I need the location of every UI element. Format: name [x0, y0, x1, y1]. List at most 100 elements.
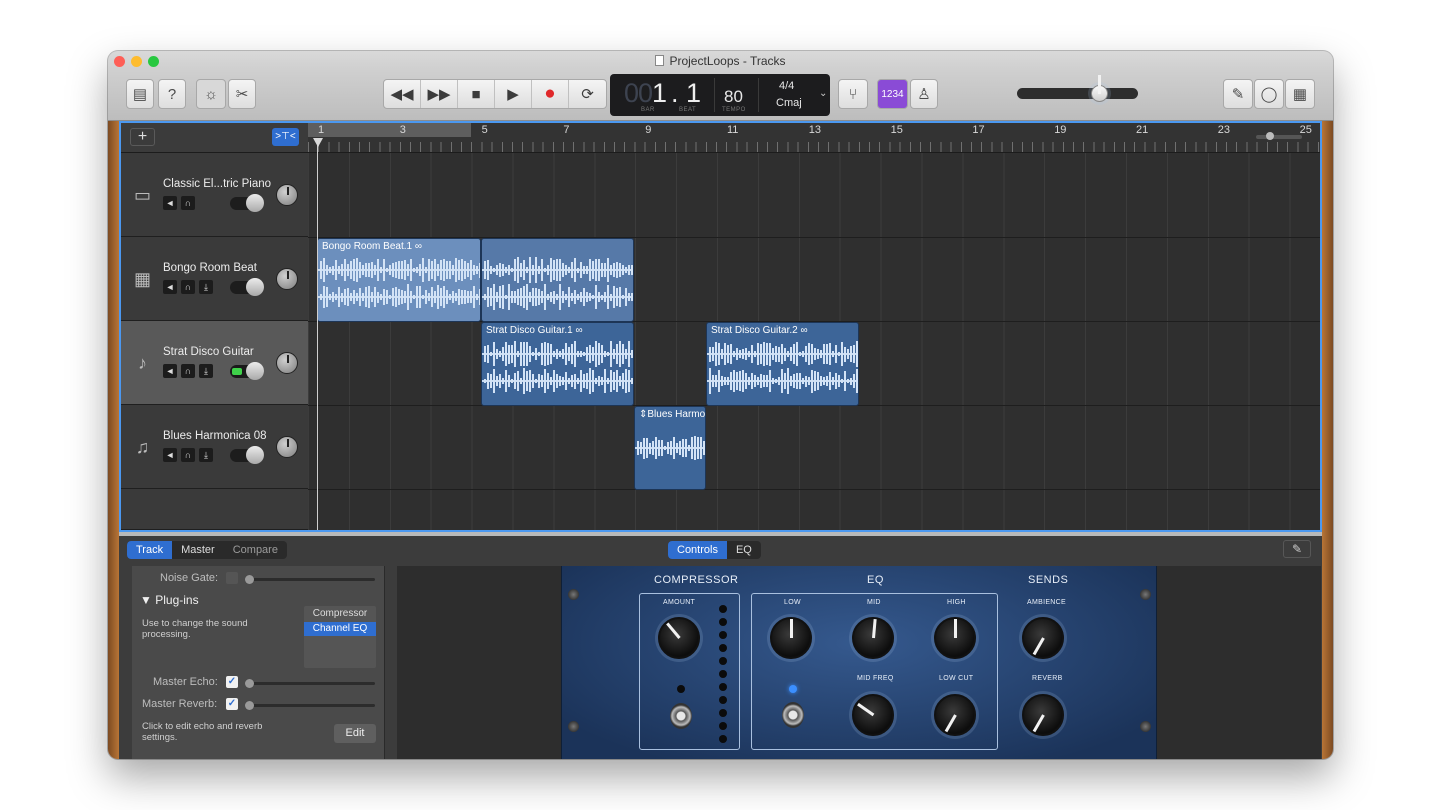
master-reverb-slider[interactable] [245, 701, 375, 710]
compressor-toggle-switch[interactable] [670, 703, 692, 729]
fast-forward-button[interactable]: ▶▶ [421, 80, 458, 108]
waveform-sample [628, 370, 630, 392]
waveform-sample [811, 344, 813, 364]
audio-region[interactable]: Strat Disco Guitar.2 ∞ [706, 322, 859, 406]
track-header[interactable]: ▦ Bongo Room Beat ◄ ∩ ⤓ [121, 237, 308, 321]
low-cut-knob[interactable] [934, 694, 976, 736]
track-volume-slider[interactable] [230, 194, 264, 212]
master-volume-slider[interactable] [1017, 74, 1138, 102]
smart-controls-button[interactable]: ☼ [196, 79, 226, 109]
volume-knob[interactable] [246, 278, 264, 296]
track-volume-slider[interactable] [230, 362, 264, 380]
mid-knob[interactable] [852, 617, 894, 659]
track-volume-slider[interactable] [230, 446, 264, 464]
pan-knob[interactable] [276, 436, 298, 458]
tab-track[interactable]: Track [127, 541, 173, 559]
edit-button[interactable]: Edit [334, 724, 376, 743]
noise-gate-checkbox[interactable] [226, 572, 238, 584]
pan-knob[interactable] [276, 352, 298, 374]
catch-playhead-button[interactable]: >⊤< [272, 128, 299, 146]
eq-toggle-switch[interactable] [782, 702, 804, 728]
input-monitor-button[interactable]: ⤓ [199, 448, 213, 462]
tab-master[interactable]: Master [172, 541, 224, 559]
mute-button[interactable]: ◄ [163, 364, 177, 378]
lane-divider [308, 489, 1320, 490]
tab-eq[interactable]: EQ [727, 541, 761, 559]
waveform-sample [523, 260, 525, 280]
media-browser-button[interactable]: ▦ [1285, 79, 1315, 109]
mute-button[interactable]: ◄ [163, 196, 177, 210]
pan-knob[interactable] [276, 184, 298, 206]
plugin-slot-selected[interactable]: Channel EQ [304, 622, 376, 636]
playhead-line[interactable] [317, 141, 318, 530]
audio-region[interactable]: Strat Disco Guitar.1 ∞ [481, 322, 634, 406]
slider-knob[interactable] [245, 679, 254, 688]
help-button[interactable]: ? [158, 79, 186, 109]
tuner-button[interactable]: ⑂ [838, 79, 868, 109]
master-reverb-checkbox[interactable]: ✓ [226, 698, 238, 710]
waveform-sample [329, 266, 331, 274]
slider-knob[interactable] [245, 575, 254, 584]
mute-button[interactable]: ◄ [163, 448, 177, 462]
volume-slider-knob[interactable] [1090, 74, 1108, 102]
metronome-button[interactable]: ♙ [910, 79, 938, 109]
solo-button[interactable]: ∩ [181, 448, 195, 462]
edit-controls-button[interactable]: ✎ [1283, 540, 1311, 558]
track-header[interactable]: ▭ Classic El...tric Piano ◄ ∩ [121, 153, 308, 237]
play-button[interactable]: ▶ [495, 80, 532, 108]
track-header-selected[interactable]: ♪ Strat Disco Guitar ◄ ∩ ⤓ [121, 321, 308, 405]
note-pad-button[interactable]: ✎ [1223, 79, 1253, 109]
track-volume-slider[interactable] [230, 278, 264, 296]
lcd-menu-chevron-icon[interactable]: ⌄ [819, 88, 827, 99]
tab-compare[interactable]: Compare [224, 541, 287, 559]
waveform-sample [700, 436, 702, 460]
solo-button[interactable]: ∩ [181, 280, 195, 294]
record-button[interactable]: ● [532, 80, 569, 108]
waveform-sample [401, 290, 403, 305]
slider-knob[interactable] [245, 701, 254, 710]
high-knob[interactable] [934, 617, 976, 659]
solo-button[interactable]: ∩ [181, 364, 195, 378]
lcd-bar-value: 1 [652, 78, 667, 108]
audio-region[interactable]: Bongo Room Beat.1 ∞ [317, 238, 481, 322]
loop-browser-button[interactable]: ◯ [1254, 79, 1284, 109]
volume-knob[interactable] [246, 194, 264, 212]
reverb-knob[interactable] [1022, 694, 1064, 736]
library-button[interactable]: ▤ [126, 79, 154, 109]
plugins-header[interactable]: ▼ Plug-ins [140, 593, 199, 607]
playhead-handle[interactable] [313, 138, 323, 147]
mid-freq-knob[interactable] [852, 694, 894, 736]
audio-region-loop[interactable] [481, 238, 634, 322]
stop-button[interactable]: ■ [458, 80, 495, 108]
input-monitor-button[interactable]: ⤓ [199, 280, 213, 294]
editors-button[interactable]: ✂ [228, 79, 256, 109]
master-echo-slider[interactable] [245, 679, 375, 688]
waveform-sample [595, 285, 597, 309]
mute-button[interactable]: ◄ [163, 280, 177, 294]
ruler-bar-number: 3 [399, 124, 406, 136]
low-knob[interactable] [770, 617, 812, 659]
add-track-button[interactable]: + [130, 128, 155, 146]
solo-button[interactable]: ∩ [181, 196, 195, 210]
volume-knob[interactable] [246, 362, 264, 380]
plugin-slot[interactable]: Compressor [304, 607, 376, 621]
timeline-ruler[interactable]: 1 3 5 7 9 11 13 15 17 19 21 23 25 [308, 123, 1320, 153]
volume-knob[interactable] [246, 446, 264, 464]
pan-knob[interactable] [276, 268, 298, 290]
cycle-region[interactable] [308, 123, 471, 137]
ambience-knob[interactable] [1022, 617, 1064, 659]
cycle-button[interactable]: ⟳ [569, 80, 606, 108]
amount-knob[interactable] [658, 617, 700, 659]
count-in-button[interactable]: 1234 [877, 79, 908, 109]
rewind-button[interactable]: ◀◀ [384, 80, 421, 108]
tab-controls[interactable]: Controls [668, 541, 727, 559]
audio-region[interactable]: ⇕Blues Harmo [634, 406, 706, 490]
waveform-sample [571, 375, 573, 387]
input-monitor-button[interactable]: ⤓ [199, 364, 213, 378]
lcd-display[interactable]: 001 . 1 BAR BEAT 80 TEMPO 4/4 Cmaj ⌄ [610, 74, 830, 116]
waveform-sample [484, 294, 486, 300]
master-echo-checkbox[interactable]: ✓ [226, 676, 238, 688]
noise-gate-slider[interactable] [245, 575, 375, 584]
zoom-slider[interactable] [1256, 132, 1302, 140]
track-header[interactable]: ♫ Blues Harmonica 08 ◄ ∩ ⤓ [121, 405, 308, 489]
